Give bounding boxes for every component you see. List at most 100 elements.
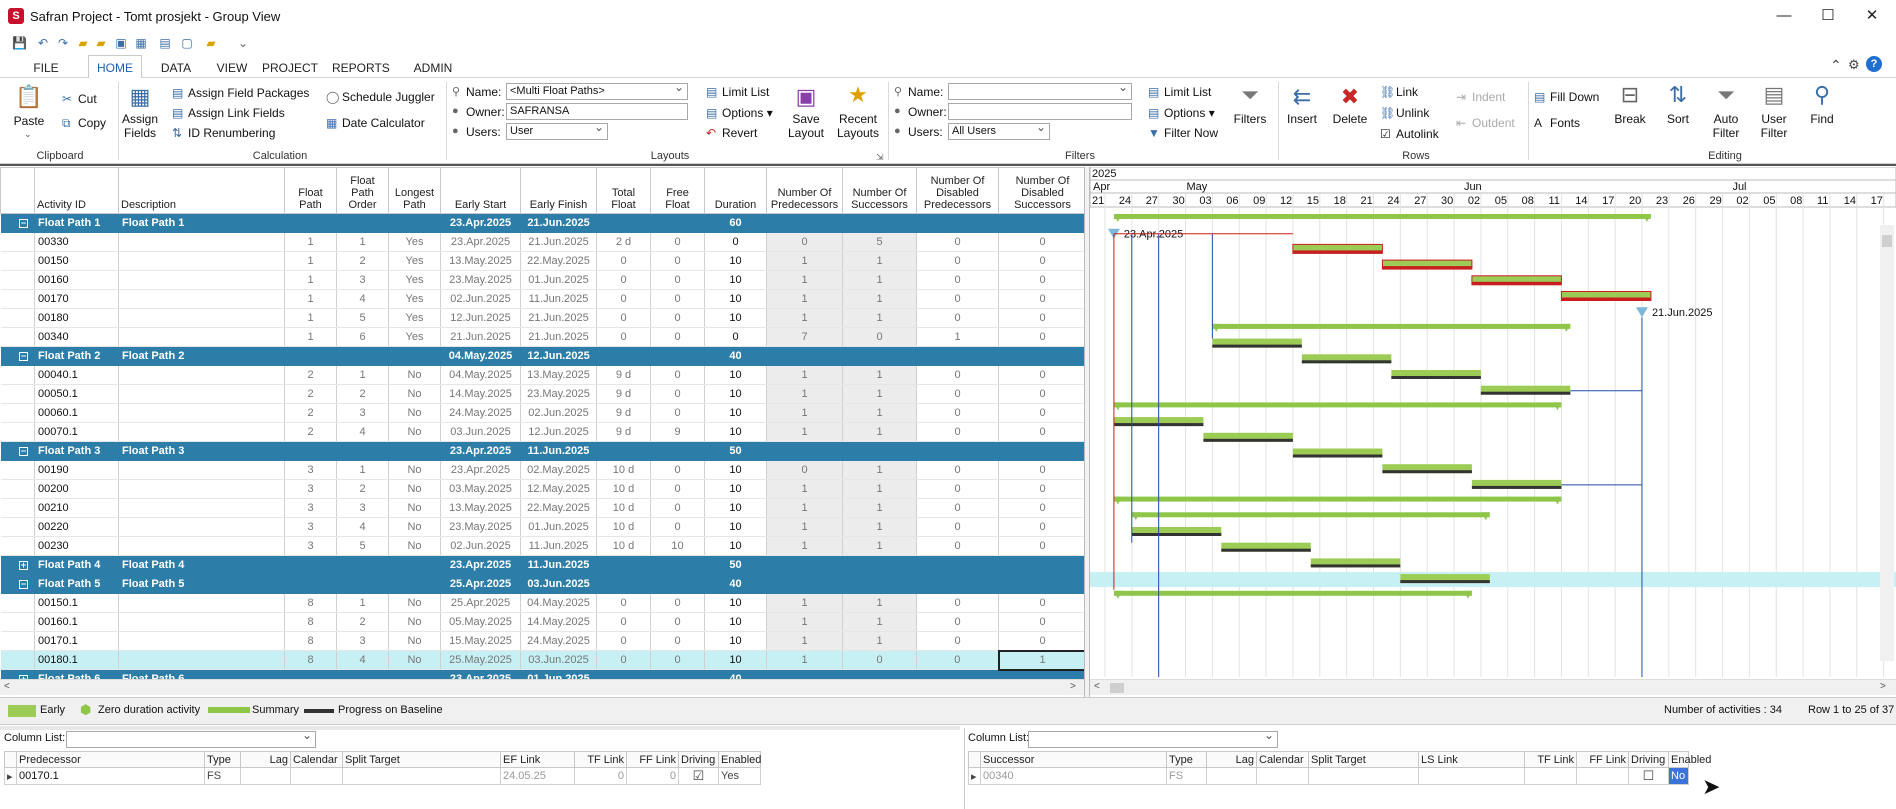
- cell-dur[interactable]: 50: [704, 441, 767, 461]
- cell-dur[interactable]: 10: [704, 251, 767, 271]
- cell-ndp[interactable]: 0: [916, 460, 999, 480]
- cell-np[interactable]: 1: [766, 631, 843, 651]
- cell-fpo[interactable]: 1: [336, 365, 389, 385]
- tab-data[interactable]: DATA: [156, 58, 196, 78]
- cell-ff[interactable]: [650, 213, 705, 233]
- cell-fp[interactable]: [284, 555, 337, 575]
- cell-lp[interactable]: Yes: [388, 270, 441, 290]
- cell-nds[interactable]: 0: [998, 460, 1087, 480]
- cell-ndp[interactable]: 0: [916, 422, 999, 442]
- cell-es[interactable]: 25.Apr.2025: [440, 593, 521, 613]
- cell-lp[interactable]: Yes: [388, 289, 441, 309]
- cell-np[interactable]: 1: [766, 650, 843, 670]
- cell-desc[interactable]: [118, 460, 285, 480]
- cell-fp[interactable]: [284, 441, 337, 461]
- cell-dur[interactable]: 10: [704, 384, 767, 404]
- cell-fpo[interactable]: 3: [336, 403, 389, 423]
- table-row[interactable]: 00150 1 2 Yes 13.May.2025 22.May.2025 0 0 10 1 1 0 0: [0, 251, 1087, 271]
- cell-ff[interactable]: 0: [650, 403, 705, 423]
- cell-ndp[interactable]: 0: [916, 403, 999, 423]
- cell-ff[interactable]: 0: [650, 460, 705, 480]
- undo-icon[interactable]: ↶: [36, 36, 50, 50]
- succ-calendar-cell[interactable]: [1256, 767, 1309, 785]
- cell-tf[interactable]: 9 d: [596, 422, 651, 442]
- succ-col-enabled[interactable]: Enabled: [1668, 751, 1711, 768]
- pred-col-predecessor[interactable]: Predecessor: [16, 751, 205, 768]
- cell-nds[interactable]: 0: [998, 251, 1087, 271]
- row-selector[interactable]: [0, 498, 35, 518]
- cell-lp[interactable]: No: [388, 650, 441, 670]
- cell-ns[interactable]: 0: [842, 650, 917, 670]
- cell-ef[interactable]: 12.May.2025: [520, 479, 597, 499]
- filter-owner-field[interactable]: [948, 103, 1132, 120]
- cell-ndp[interactable]: 0: [916, 289, 999, 309]
- succ-col-type[interactable]: Type: [1166, 751, 1207, 768]
- row-selector[interactable]: [0, 289, 35, 309]
- filter-users-select[interactable]: All Users: [948, 123, 1050, 140]
- cell-lp[interactable]: No: [388, 365, 441, 385]
- cell-ff[interactable]: 0: [650, 498, 705, 518]
- table-row[interactable]: 00170 1 4 Yes 02.Jun.2025 11.Jun.2025 0 0 10 1 1 0 0: [0, 289, 1087, 309]
- cell-desc[interactable]: [118, 650, 285, 670]
- table-row[interactable]: 00220 3 4 No 23.May.2025 01.Jun.2025 10 d 0 10 1 1…: [0, 517, 1087, 537]
- pred-column-list-select[interactable]: [66, 731, 316, 748]
- cell-ff[interactable]: 0: [650, 517, 705, 537]
- row-selector[interactable]: [0, 327, 35, 347]
- cell-id[interactable]: 00150.1: [34, 593, 119, 613]
- tab-reports[interactable]: REPORTS: [332, 58, 390, 78]
- cell-ef[interactable]: 11.Jun.2025: [520, 555, 597, 575]
- cell-fpo[interactable]: 2: [336, 384, 389, 404]
- cell-tf[interactable]: 0: [596, 270, 651, 290]
- row-selector[interactable]: [0, 422, 35, 442]
- cell-tf[interactable]: 0: [596, 289, 651, 309]
- auto-filter-button[interactable]: Auto Filter: [1704, 112, 1748, 140]
- cell-desc[interactable]: [118, 403, 285, 423]
- table-row[interactable]: 00160.1 8 2 No 05.May.2025 14.May.2025 0 0 10 1 1 0…: [0, 612, 1087, 632]
- close-button[interactable]: ✕: [1848, 0, 1896, 32]
- cell-desc[interactable]: [118, 517, 285, 537]
- cell-nds[interactable]: [998, 555, 1087, 575]
- cell-fpo[interactable]: 2: [336, 612, 389, 632]
- collapse-icon[interactable]: −: [19, 446, 28, 456]
- cell-ef[interactable]: 24.May.2025: [520, 631, 597, 651]
- cell-ns[interactable]: 5: [842, 232, 917, 252]
- cell-fpo[interactable]: 3: [336, 270, 389, 290]
- gantt-vertical-scrollbar[interactable]: [1880, 225, 1894, 661]
- cell-ndp[interactable]: 0: [916, 384, 999, 404]
- layout-owner-field[interactable]: SAFRANSA: [506, 103, 688, 120]
- cell-ns[interactable]: [842, 441, 917, 461]
- col-number-of-predecessors[interactable]: Number Of Predecessors: [766, 167, 843, 214]
- layout-users-select[interactable]: User: [506, 123, 608, 140]
- grid-horizontal-scrollbar[interactable]: < >: [0, 679, 1084, 695]
- cell-fp[interactable]: [284, 574, 337, 594]
- cell-fp[interactable]: 1: [284, 289, 337, 309]
- assign-field-packages-button[interactable]: ▤ Assign Field Packages: [172, 86, 309, 100]
- cell-fpo[interactable]: 1: [336, 232, 389, 252]
- cell-ef[interactable]: 21.Jun.2025: [520, 232, 597, 252]
- cell-lp[interactable]: No: [388, 479, 441, 499]
- collapse-icon[interactable]: −: [19, 218, 28, 228]
- succ-col-calendar[interactable]: Calendar: [1256, 751, 1309, 768]
- cell-desc[interactable]: [118, 612, 285, 632]
- cell-tf[interactable]: 0: [596, 593, 651, 613]
- cell-nds[interactable]: [998, 441, 1087, 461]
- cell-ff[interactable]: 0: [650, 232, 705, 252]
- succ-split-target-cell[interactable]: [1308, 767, 1419, 785]
- panel-splitter[interactable]: [0, 726, 960, 730]
- cell-id[interactable]: 00180.1: [34, 650, 119, 670]
- cell-ns[interactable]: 1: [842, 460, 917, 480]
- cell-fp[interactable]: [284, 346, 337, 366]
- table-row[interactable]: 00040.1 2 1 No 04.May.2025 13.May.2025 9 d 0 10 1…: [0, 365, 1087, 385]
- cell-tf[interactable]: 0: [596, 631, 651, 651]
- row-selector[interactable]: [0, 270, 35, 290]
- cell-desc[interactable]: Float Path 3: [118, 441, 285, 461]
- succ-col-ls-link[interactable]: LS Link: [1418, 751, 1525, 768]
- col-description[interactable]: Description: [118, 167, 285, 214]
- cell-nds[interactable]: 0: [998, 308, 1087, 328]
- cell-ef[interactable]: 21.Jun.2025: [520, 327, 597, 347]
- cell-dur[interactable]: 40: [704, 574, 767, 594]
- cell-fpo[interactable]: 5: [336, 308, 389, 328]
- cell-nds[interactable]: 0: [998, 612, 1087, 632]
- cell-fpo[interactable]: 4: [336, 289, 389, 309]
- row-selector[interactable]: [0, 384, 35, 404]
